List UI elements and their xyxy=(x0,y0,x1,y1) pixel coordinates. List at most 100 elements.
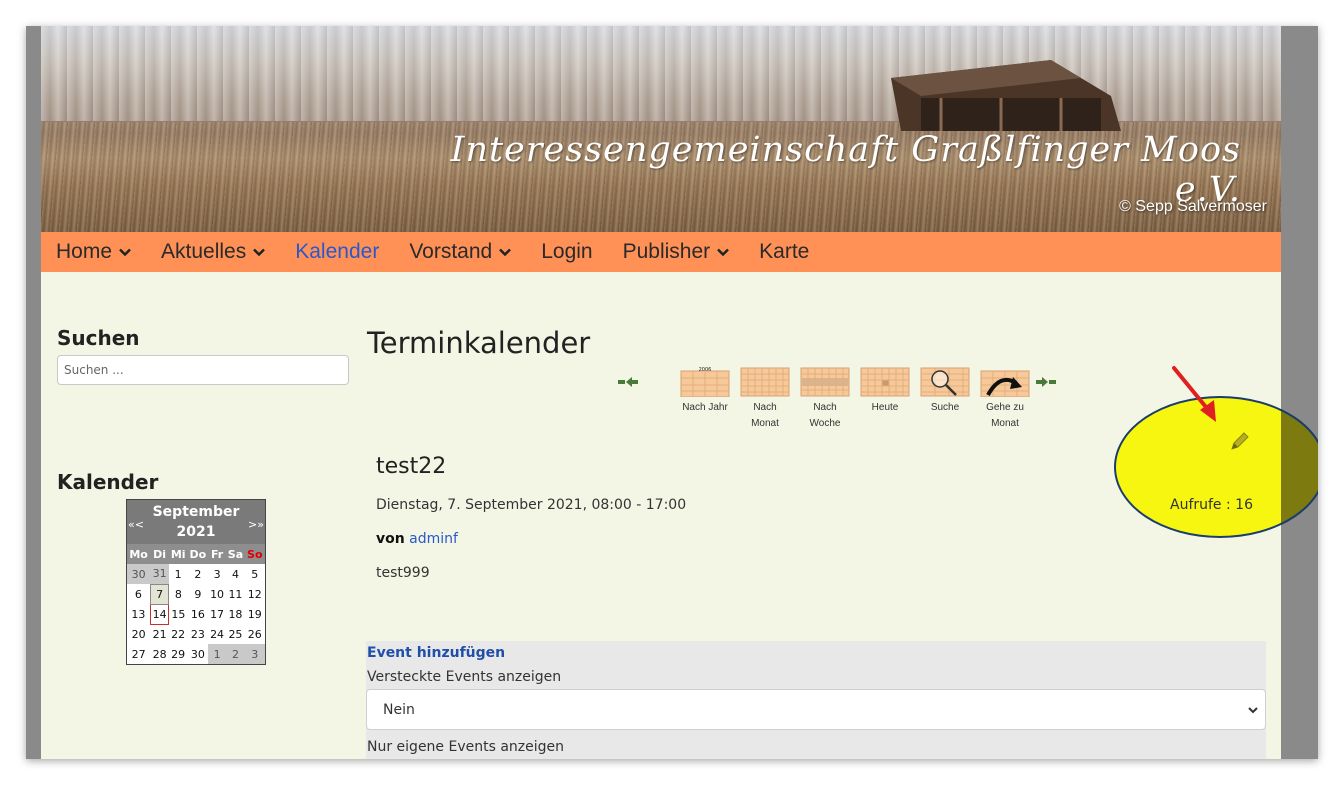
calendar-day[interactable]: 11 xyxy=(226,584,245,604)
chevron-down-icon xyxy=(119,248,131,257)
weekday-header: So xyxy=(245,544,265,564)
chevron-down-icon xyxy=(499,248,512,257)
chevron-down-icon xyxy=(717,248,730,257)
calendar-day[interactable]: 21 xyxy=(150,624,169,644)
calendar-day[interactable]: 13 xyxy=(127,604,150,624)
calendar-day[interactable]: 26 xyxy=(245,624,264,644)
calendar-day[interactable]: 6 xyxy=(127,584,150,604)
nav-item-home[interactable]: Home xyxy=(56,240,131,264)
calendar-day[interactable]: 18 xyxy=(226,604,245,624)
calendar-heading: Kalender xyxy=(57,470,159,494)
red-arrow-icon xyxy=(1172,366,1216,422)
year-icon-text: 2006 xyxy=(699,367,712,373)
next-month-link[interactable]: >» xyxy=(248,515,264,535)
mini-calendar-year: 2021 xyxy=(176,524,216,540)
calendar-day[interactable]: 2 xyxy=(187,564,208,584)
calendar-week-row: 20 21 22 23 24 25 26 xyxy=(127,624,265,644)
calendar-day[interactable]: 4 xyxy=(226,564,245,584)
views-count: Aufrufe : 16 xyxy=(1170,497,1253,513)
weekday-header: Di xyxy=(150,544,169,564)
calendar-day[interactable]: 7 xyxy=(149,583,170,605)
mini-calendar-header: «< September 2021 >» xyxy=(127,500,265,544)
main-navigation: Home Aktuelles Kalender Vorstand Login P… xyxy=(41,232,1281,272)
calendar-day[interactable]: 30 xyxy=(127,564,151,584)
calendar-toolbar: 2006 Nach Jahr Nach Monat Nach Woche Heu… xyxy=(618,367,1056,437)
photo-credit: © Sepp Salvermoser xyxy=(1119,198,1267,215)
page-title: Terminkalender xyxy=(367,326,591,360)
prev-month-link[interactable]: «< xyxy=(128,515,144,535)
arrow-left-icon xyxy=(618,377,638,387)
calendar-day[interactable]: 24 xyxy=(208,624,226,644)
pencil-icon[interactable] xyxy=(1229,430,1251,452)
calendar-day[interactable]: 25 xyxy=(226,624,245,644)
nav-item-label: Home xyxy=(56,240,113,263)
calendar-day[interactable]: 17 xyxy=(208,604,226,624)
hidden-events-select[interactable]: Nein xyxy=(366,689,1266,730)
weekday-header: Sa xyxy=(225,544,246,564)
calendar-day[interactable]: 28 xyxy=(150,644,169,664)
calendar-day[interactable]: 12 xyxy=(245,584,264,604)
magnifier-icon xyxy=(920,367,970,397)
calendar-week-row: 27 28 29 30 1 2 3 xyxy=(127,644,265,664)
search-input[interactable]: Suchen ... xyxy=(57,355,349,385)
year-calendar-icon: 2006 xyxy=(680,367,730,397)
mini-calendar-month: September xyxy=(152,504,240,520)
weekday-header: Fr xyxy=(208,544,226,564)
nav-item-publisher[interactable]: Publisher xyxy=(623,240,730,264)
search-button[interactable]: Suche xyxy=(916,367,974,416)
calendar-week-row: 13 14 15 16 17 18 19 xyxy=(127,603,265,625)
nav-item-label: Aktuelles xyxy=(161,240,247,263)
calendar-day[interactable]: 20 xyxy=(127,624,150,644)
calendar-day[interactable]: 9 xyxy=(187,584,208,604)
add-event-link[interactable]: Event hinzufügen xyxy=(367,645,505,661)
weekday-header: Mi xyxy=(168,544,188,564)
goto-month-label-1: Gehe zu xyxy=(986,402,1024,413)
calendar-day[interactable]: 16 xyxy=(187,604,208,624)
calendar-day[interactable]: 1 xyxy=(208,644,226,664)
calendar-day[interactable]: 22 xyxy=(169,624,187,644)
week-calendar-icon xyxy=(800,367,850,397)
calendar-day[interactable]: 8 xyxy=(169,584,187,604)
today-button[interactable]: Heute xyxy=(856,367,914,416)
today-label: Heute xyxy=(871,402,899,413)
event-date: Dienstag, 7. September 2021, 08:00 - 17:… xyxy=(376,497,687,513)
calendar-day[interactable]: 23 xyxy=(187,624,208,644)
calendar-day[interactable]: 14 xyxy=(149,603,170,625)
goto-month-button[interactable]: Gehe zu Monat xyxy=(976,367,1034,432)
calendar-day[interactable]: 15 xyxy=(169,604,187,624)
calendar-day[interactable]: 3 xyxy=(208,564,226,584)
calendar-day[interactable]: 29 xyxy=(169,644,187,664)
calendar-day[interactable]: 31 xyxy=(150,564,169,584)
by-month-button[interactable]: Nach Monat xyxy=(736,367,794,432)
chevron-down-icon xyxy=(1248,707,1258,714)
own-events-label: Nur eigene Events anzeigen xyxy=(367,739,565,755)
calendar-day[interactable]: 2 xyxy=(225,644,246,664)
calendar-day[interactable]: 3 xyxy=(245,644,265,664)
nav-item-login[interactable]: Login xyxy=(541,240,592,264)
by-month-label-1: Nach xyxy=(753,402,777,413)
calendar-day[interactable]: 5 xyxy=(245,564,264,584)
weekday-header: Do xyxy=(187,544,209,564)
hidden-events-value: Nein xyxy=(383,702,415,718)
calendar-day[interactable]: 1 xyxy=(169,564,187,584)
nav-item-label: Login xyxy=(541,240,593,263)
month-calendar-icon xyxy=(740,367,790,397)
header-banner: Interessengemeinschaft Graßlfinger Moos … xyxy=(41,26,1281,232)
nav-item-karte[interactable]: Karte xyxy=(759,240,809,264)
calendar-day[interactable]: 30 xyxy=(187,644,208,664)
by-week-button[interactable]: Nach Woche xyxy=(796,367,854,432)
nav-item-vorstand[interactable]: Vorstand xyxy=(409,240,512,264)
arrow-right-icon xyxy=(1036,377,1056,387)
calendar-day[interactable]: 27 xyxy=(127,644,150,664)
calendar-day[interactable]: 10 xyxy=(208,584,226,604)
calendar-day[interactable]: 19 xyxy=(245,604,264,624)
nav-item-label: Kalender xyxy=(295,240,380,263)
calendar-week-row: 30 31 1 2 3 4 5 xyxy=(127,564,265,584)
by-label: von xyxy=(376,531,405,547)
screenshot-frame: Interessengemeinschaft Graßlfinger Moos … xyxy=(26,26,1318,759)
author-link[interactable]: adminf xyxy=(409,531,458,547)
nav-item-aktuelles[interactable]: Aktuelles xyxy=(161,240,266,264)
nav-item-kalender[interactable]: Kalender xyxy=(295,240,379,264)
nav-item-label: Karte xyxy=(759,240,810,263)
by-year-button[interactable]: 2006 Nach Jahr xyxy=(676,367,734,416)
